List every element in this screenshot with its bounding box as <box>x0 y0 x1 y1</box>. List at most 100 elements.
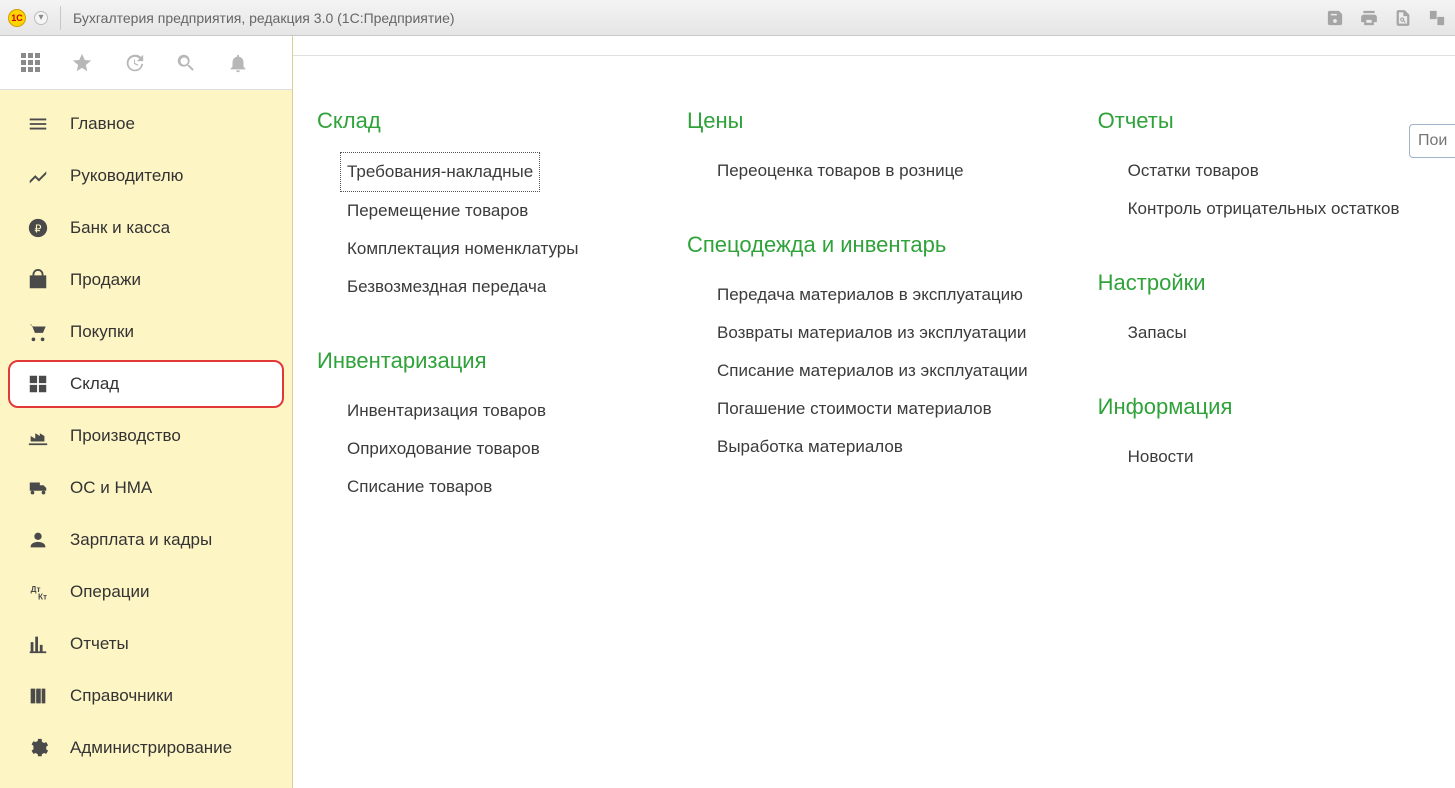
content-column: Цены Переоценка товаров в рознице Спецодеж… <box>687 108 1028 548</box>
section: Отчеты Остатки товаровКонтроль отрицатель… <box>1098 108 1400 228</box>
bar-chart-icon <box>26 632 50 656</box>
section-links: Инвентаризация товаровОприходование това… <box>317 392 617 506</box>
menu-link[interactable]: Запасы <box>1128 314 1400 352</box>
nav-item-main[interactable]: Главное <box>0 98 292 150</box>
nav-item-warehouse[interactable]: Склад <box>8 360 284 408</box>
nav-label: Склад <box>70 374 119 394</box>
nav-label: Производство <box>70 426 181 446</box>
menu-link[interactable]: Оприходование товаров <box>347 430 617 468</box>
nav-item-administration[interactable]: Администрирование <box>0 722 292 774</box>
content-column: Склад Требования-накладныеПеремещение тов… <box>317 108 617 548</box>
menu-link[interactable]: Комплектация номенклатуры <box>347 230 617 268</box>
titlebar-divider <box>60 6 61 30</box>
nav-item-production[interactable]: Производство <box>0 410 292 462</box>
menu-link[interactable]: Требования-накладные <box>340 152 540 192</box>
section-links: Переоценка товаров в рознице <box>687 152 1028 190</box>
menu-link[interactable]: Переоценка товаров в рознице <box>717 152 1028 190</box>
nav-item-sales[interactable]: Продажи <box>0 254 292 306</box>
section-links: Запасы <box>1098 314 1400 352</box>
search-input[interactable] <box>1409 124 1455 158</box>
section: Инвентаризация Инвентаризация товаровОпри… <box>317 348 617 506</box>
debit-credit-icon: ДтКт <box>26 580 50 604</box>
gear-icon <box>26 736 50 760</box>
nav-label: Руководителю <box>70 166 183 186</box>
save-icon[interactable] <box>1325 8 1345 28</box>
nav-label: Покупки <box>70 322 134 342</box>
section-title[interactable]: Настройки <box>1098 270 1400 296</box>
section-title[interactable]: Склад <box>317 108 617 134</box>
compare-icon[interactable] <box>1427 8 1447 28</box>
print-icon[interactable] <box>1359 8 1379 28</box>
svg-text:Кт: Кт <box>38 592 47 601</box>
menu-link[interactable]: Инвентаризация товаров <box>347 392 617 430</box>
window-title: Бухгалтерия предприятия, редакция 3.0 (1… <box>73 10 455 26</box>
person-icon <box>26 528 50 552</box>
menu-link[interactable]: Выработка материалов <box>717 428 1028 466</box>
svg-text:₽: ₽ <box>35 224 42 236</box>
nav-label: Банк и касса <box>70 218 170 238</box>
app-logo-icon: 1C <box>8 9 26 27</box>
factory-icon <box>26 424 50 448</box>
nav-item-assets[interactable]: ОС и НМА <box>0 462 292 514</box>
nav-item-reports[interactable]: Отчеты <box>0 618 292 670</box>
section: Спецодежда и инвентарь Передача материало… <box>687 232 1028 466</box>
books-icon <box>26 684 50 708</box>
menu-link[interactable]: Списание товаров <box>347 468 617 506</box>
nav-label: Справочники <box>70 686 173 706</box>
menu-link[interactable]: Списание материалов из эксплуатации <box>717 352 1028 390</box>
menu-link[interactable]: Контроль отрицательных остатков <box>1128 190 1400 228</box>
nav-item-purchases[interactable]: Покупки <box>0 306 292 358</box>
bell-icon[interactable] <box>226 51 250 75</box>
window-titlebar: 1C ▾ Бухгалтерия предприятия, редакция 3… <box>0 0 1455 36</box>
menu-icon <box>26 112 50 136</box>
section-links: Новости <box>1098 438 1400 476</box>
nav-label: Операции <box>70 582 150 602</box>
star-icon[interactable] <box>70 51 94 75</box>
truck-icon <box>26 476 50 500</box>
history-icon[interactable] <box>122 51 146 75</box>
menu-link[interactable]: Новости <box>1128 438 1400 476</box>
menu-link[interactable]: Остатки товаров <box>1128 152 1400 190</box>
section: Информация Новости <box>1098 394 1400 476</box>
nav-item-manager[interactable]: Руководителю <box>0 150 292 202</box>
cart-icon <box>26 320 50 344</box>
quickbar <box>0 36 292 90</box>
ruble-icon: ₽ <box>26 216 50 240</box>
content-column: Отчеты Остатки товаровКонтроль отрицатель… <box>1098 108 1400 548</box>
menu-link[interactable]: Перемещение товаров <box>347 192 617 230</box>
menu-link[interactable]: Безвозмездная передача <box>347 268 617 306</box>
nav-item-operations[interactable]: ДтКт Операции <box>0 566 292 618</box>
section-title[interactable]: Информация <box>1098 394 1400 420</box>
nav-item-warehouse-wrap: Склад <box>0 358 292 410</box>
warehouse-icon <box>26 372 50 396</box>
section: Склад Требования-накладныеПеремещение тов… <box>317 108 617 306</box>
search-box <box>1409 124 1455 158</box>
section-links: Требования-накладныеПеремещение товаровК… <box>317 152 617 306</box>
section-title[interactable]: Спецодежда и инвентарь <box>687 232 1028 258</box>
nav-list: Главное Руководителю ₽ Банк и касса Прод… <box>0 90 292 774</box>
section-title[interactable]: Цены <box>687 108 1028 134</box>
nav-item-bank[interactable]: ₽ Банк и касса <box>0 202 292 254</box>
nav-label: Зарплата и кадры <box>70 530 212 550</box>
apps-grid-icon[interactable] <box>18 51 42 75</box>
window-menu-button[interactable]: ▾ <box>34 11 48 25</box>
nav-item-payroll[interactable]: Зарплата и кадры <box>0 514 292 566</box>
menu-link[interactable]: Передача материалов в эксплуатацию <box>717 276 1028 314</box>
nav-label: Главное <box>70 114 135 134</box>
section-links: Остатки товаровКонтроль отрицательных ос… <box>1098 152 1400 228</box>
section: Цены Переоценка товаров в рознице <box>687 108 1028 190</box>
nav-label: Администрирование <box>70 738 232 758</box>
menu-link[interactable]: Возвраты материалов из эксплуатации <box>717 314 1028 352</box>
sidebar: Главное Руководителю ₽ Банк и касса Прод… <box>0 36 293 788</box>
bag-icon <box>26 268 50 292</box>
section-title[interactable]: Отчеты <box>1098 108 1400 134</box>
tab-strip <box>293 36 1455 56</box>
menu-link[interactable]: Погашение стоимости материалов <box>717 390 1028 428</box>
search-icon[interactable] <box>174 51 198 75</box>
nav-label: Продажи <box>70 270 141 290</box>
preview-icon[interactable] <box>1393 8 1413 28</box>
section-title[interactable]: Инвентаризация <box>317 348 617 374</box>
nav-label: ОС и НМА <box>70 478 152 498</box>
section: Настройки Запасы <box>1098 270 1400 352</box>
nav-item-directories[interactable]: Справочники <box>0 670 292 722</box>
